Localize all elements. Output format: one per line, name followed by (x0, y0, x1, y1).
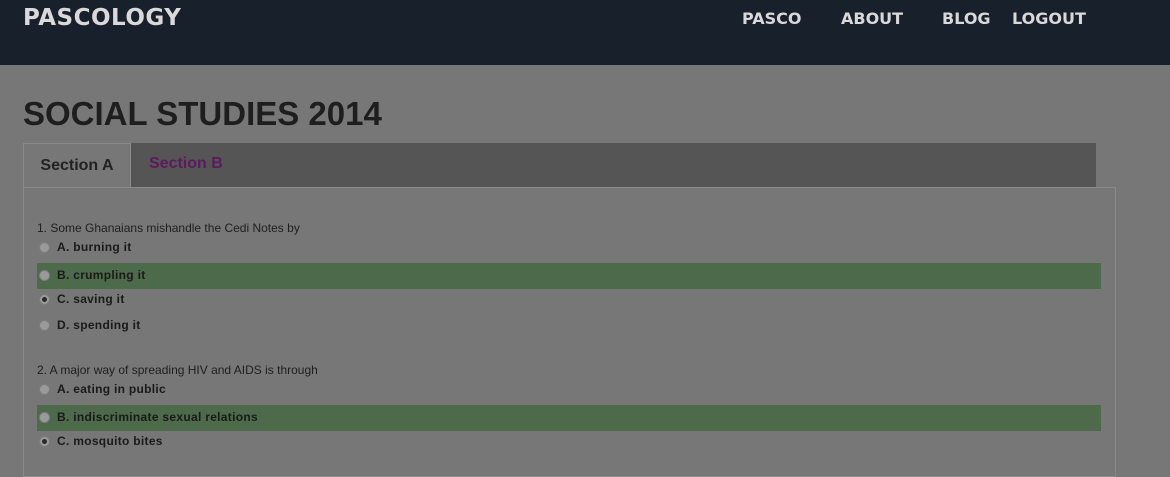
nav-link-pasco[interactable]: PASCO (742, 9, 802, 28)
question-text: 1. Some Ghanaians mishandle the Cedi Not… (37, 221, 300, 235)
option-q1-c[interactable]: C. saving it (37, 287, 1101, 313)
nav-link-about[interactable]: ABOUT (841, 9, 903, 28)
nav-link-blog[interactable]: BLOG (942, 9, 991, 28)
option-q2-c[interactable]: C. mosquito bites (37, 429, 1101, 455)
page-title: SOCIAL STUDIES 2014 (23, 95, 382, 132)
radio-button[interactable] (39, 242, 50, 253)
option-q2-b[interactable]: B. indiscriminate sexual relations (37, 405, 1101, 431)
option-q1-b[interactable]: B. crumpling it (37, 263, 1101, 289)
option-label: D. spending it (57, 318, 141, 332)
brand-logo[interactable]: PASCOLOGY (23, 5, 181, 31)
option-label: A. burning it (57, 240, 132, 254)
radio-button[interactable] (39, 384, 50, 395)
radio-button[interactable] (39, 294, 50, 305)
radio-button[interactable] (39, 270, 50, 281)
section-tabs: Section A Section B (23, 143, 1096, 188)
option-label: A. eating in public (57, 382, 167, 396)
radio-button[interactable] (39, 412, 50, 423)
radio-button[interactable] (39, 320, 50, 331)
option-label: B. indiscriminate sexual relations (57, 410, 258, 424)
nav-link-logout[interactable]: LOGOUT (1012, 9, 1086, 28)
option-label: C. mosquito bites (57, 434, 163, 448)
question-text: 2. A major way of spreading HIV and AIDS… (37, 363, 318, 377)
option-label: B. crumpling it (57, 268, 146, 282)
option-q2-a[interactable]: A. eating in public (37, 377, 1101, 403)
radio-button[interactable] (39, 436, 50, 447)
tab-section-a[interactable]: Section A (23, 143, 131, 188)
tab-section-b[interactable]: Section B (149, 155, 223, 173)
option-q1-d[interactable]: D. spending it (37, 313, 1101, 339)
option-label: C. saving it (57, 292, 125, 306)
navbar: PASCOLOGY PASCO ABOUT BLOG LOGOUT (0, 0, 1170, 65)
option-q1-a[interactable]: A. burning it (37, 235, 1101, 261)
